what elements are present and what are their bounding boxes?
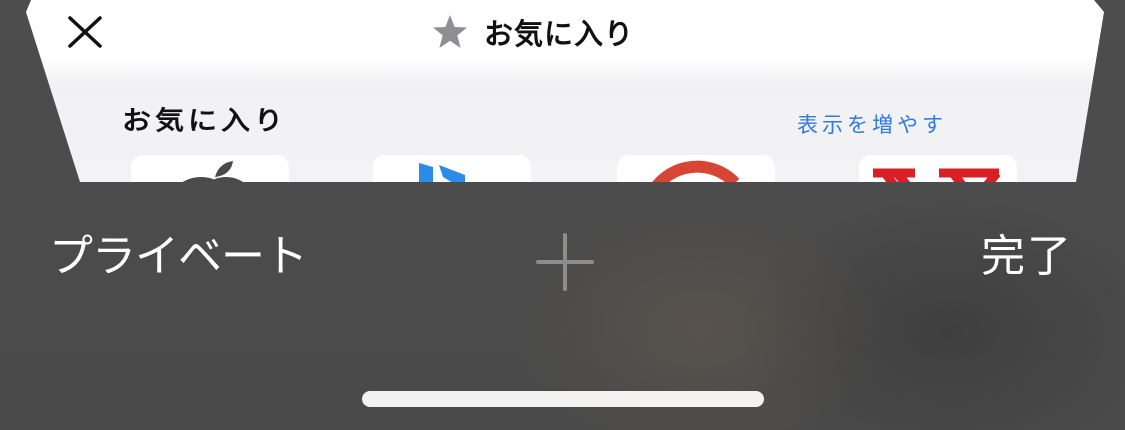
show-more-link[interactable]: 表示を増やす xyxy=(797,109,947,139)
plus-icon xyxy=(536,233,594,291)
tab-card-title: お気に入り xyxy=(430,10,634,54)
private-button[interactable]: プライベート xyxy=(49,232,308,282)
favorite-google[interactable] xyxy=(617,155,775,182)
favorite-apple[interactable] xyxy=(131,155,289,182)
favorites-section-heading: お気に入り xyxy=(122,105,288,136)
star-icon xyxy=(433,15,467,48)
bing-icon xyxy=(419,163,465,182)
tab-card-title-text: お気に入り xyxy=(484,17,635,51)
tab-card-favorites[interactable]: お気に入り お気に入り 表示を増やす xyxy=(26,0,1104,182)
google-icon xyxy=(641,160,740,182)
favorite-yahoo[interactable] xyxy=(859,155,1017,182)
close-tab-icon[interactable] xyxy=(66,15,104,49)
yahoo-icon xyxy=(873,168,1001,182)
apple-icon xyxy=(171,161,254,182)
home-indicator[interactable] xyxy=(362,391,764,407)
new-tab-button[interactable] xyxy=(535,232,595,292)
favorite-bing[interactable] xyxy=(373,155,531,182)
done-button[interactable]: 完了 xyxy=(981,232,1073,282)
